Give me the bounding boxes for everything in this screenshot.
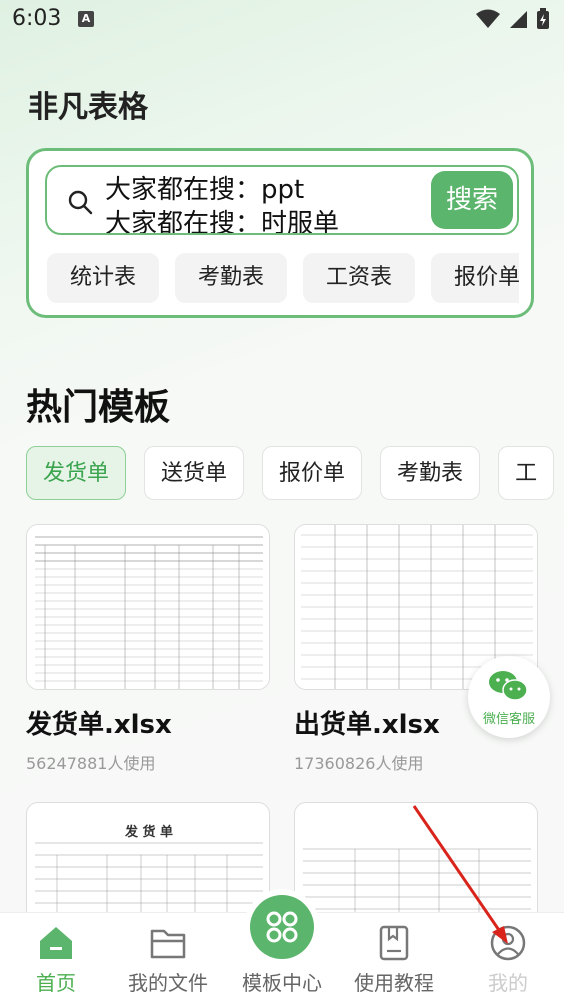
- grid-apps-icon: [266, 911, 298, 943]
- nav-my-files[interactable]: 我的文件: [112, 913, 224, 1005]
- app-title: 非凡表格: [28, 90, 148, 125]
- status-icons: [476, 8, 550, 30]
- book-icon: [379, 925, 409, 961]
- quick-tag-statistics[interactable]: 统计表: [47, 253, 159, 303]
- template-title[interactable]: 发货单.xlsx: [26, 704, 172, 741]
- nav-tutorial[interactable]: 使用教程: [338, 913, 450, 1005]
- search-box[interactable]: 大家都在搜：ppt 大家都在搜：时服单 搜索: [45, 165, 519, 235]
- template-thumbnail[interactable]: [26, 524, 270, 690]
- spreadsheet-preview-icon: [303, 848, 531, 921]
- tab-delivery-note[interactable]: 发货单: [26, 446, 127, 500]
- nav-template-center-label: 模板中心: [242, 971, 322, 995]
- search-hint: 大家都在搜：ppt 大家都在搜：时服单: [105, 173, 340, 235]
- section-title: 热门模板: [26, 387, 171, 428]
- spreadsheet-preview-icon: [27, 525, 269, 689]
- profile-icon: [490, 925, 526, 961]
- nav-home-label: 首页: [36, 971, 76, 995]
- tab-shipping-note[interactable]: 送货单: [144, 446, 245, 500]
- quick-tag-salary[interactable]: 工资表: [303, 253, 415, 303]
- search-icon: [68, 190, 93, 215]
- status-time: 6:03: [12, 6, 62, 31]
- quick-tags: 统计表 考勤表 工资表 报价单: [47, 253, 519, 303]
- template-thumbnail-lower-left[interactable]: 发 货 单: [26, 802, 270, 922]
- search-hint-line1: 大家都在搜：ppt: [105, 175, 305, 205]
- spreadsheet-preview-icon: [35, 842, 263, 921]
- nav-profile-label: 我的: [488, 971, 528, 995]
- nav-profile[interactable]: 我的: [452, 913, 564, 1005]
- wechat-service-label: 微信客服: [482, 712, 535, 727]
- template-usage-count: 17360826人使用: [294, 754, 424, 773]
- category-tabs: 发货单 送货单 报价单 考勤表 工: [26, 446, 564, 500]
- notification-badge-icon: A: [78, 11, 94, 27]
- search-card: 大家都在搜：ppt 大家都在搜：时服单 搜索 统计表 考勤表 工资表 报价单: [26, 148, 534, 318]
- folder-icon: [150, 929, 186, 959]
- tab-attendance[interactable]: 考勤表: [380, 446, 481, 500]
- status-bar: 6:03 A: [0, 0, 564, 40]
- nav-home[interactable]: 首页: [0, 913, 112, 1005]
- nav-tutorial-label: 使用教程: [354, 971, 434, 995]
- nav-my-files-label: 我的文件: [128, 971, 208, 995]
- search-hint-line2: 大家都在搜：时服单: [105, 209, 340, 235]
- wechat-icon: [489, 671, 528, 701]
- wechat-service-button[interactable]: 微信客服: [468, 656, 550, 738]
- wifi-icon: [476, 9, 500, 28]
- template-usage-count: 56247881人使用: [26, 754, 156, 773]
- tab-quotation[interactable]: 报价单: [262, 446, 363, 500]
- template-center-button[interactable]: [250, 895, 314, 959]
- quick-tag-attendance[interactable]: 考勤表: [175, 253, 287, 303]
- quick-tag-quotation[interactable]: 报价单: [431, 253, 519, 303]
- battery-icon: [537, 8, 549, 29]
- template-title[interactable]: 出货单.xlsx: [294, 704, 440, 741]
- home-icon: [40, 927, 72, 959]
- tab-partial[interactable]: 工: [498, 446, 555, 500]
- search-button[interactable]: 搜索: [431, 171, 513, 229]
- template-thumbnail-lower-right[interactable]: [294, 802, 538, 922]
- signal-icon: [510, 11, 527, 28]
